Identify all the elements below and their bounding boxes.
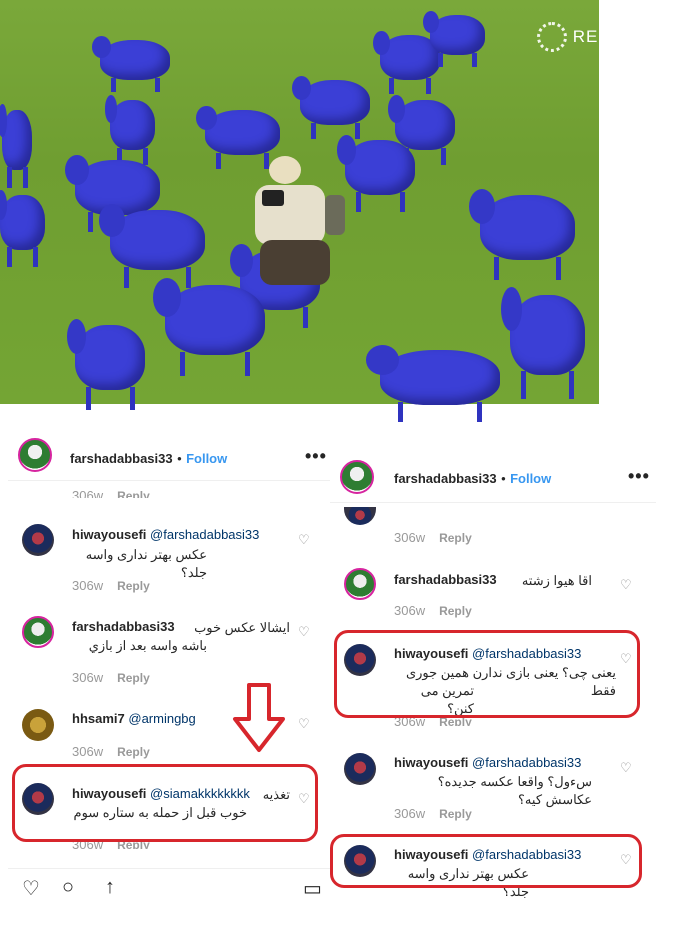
comment-user[interactable]: farshadabbasi33 [72, 619, 175, 634]
reply-button[interactable]: Reply [117, 745, 150, 759]
comment-user[interactable]: hiwayousefi [394, 755, 468, 770]
post-author-name[interactable]: farshadabbasi33 [70, 451, 173, 466]
reply-button[interactable]: Reply [117, 671, 150, 685]
comment-text: باشه واسه بعد از بازي [88, 638, 207, 653]
comment-meta: 306w Reply [394, 603, 472, 618]
more-options-icon[interactable]: ••• [305, 446, 327, 467]
comment-meta: 306w Reply [394, 530, 472, 545]
comment-text: ایشالا عکس خوب [194, 620, 290, 635]
commenter-avatar[interactable] [22, 616, 54, 648]
action-bar-divider [8, 868, 330, 869]
highlight-box [334, 630, 640, 718]
post-author-name[interactable]: farshadabbasi33 [394, 471, 497, 486]
sheep-figure [365, 344, 500, 422]
comment-mention[interactable]: @farshadabbasi33 [472, 755, 581, 770]
like-heart-icon[interactable]: ♡ [298, 532, 310, 548]
sheep-figure [98, 204, 205, 288]
sheep-figure [336, 134, 415, 212]
comment-username: hiwayousefi @farshadabbasi33 [394, 755, 581, 770]
sheep-figure [66, 318, 145, 410]
comment-mention[interactable]: @farshadabbasi33 [150, 527, 259, 542]
reuters-logo-icon [536, 22, 567, 52]
reply-button[interactable]: Reply [439, 807, 472, 821]
commenter-avatar[interactable] [344, 753, 376, 785]
comment-meta: 306w Reply [72, 744, 150, 759]
comment-time: 306w [394, 530, 426, 545]
share-icon[interactable]: ↑ [105, 876, 115, 899]
follow-button[interactable]: Follow [510, 471, 551, 486]
comment-user[interactable]: hiwayousefi [72, 527, 146, 542]
comment-time: 306w [394, 603, 426, 618]
follow-button[interactable]: Follow [186, 451, 227, 466]
comment-time: 306w [72, 578, 104, 593]
like-icon[interactable]: ♡ [22, 876, 40, 901]
comment-username: hhsami7 @armingbg [72, 711, 196, 726]
comment-time: 306w [72, 670, 104, 685]
sheep-figure [196, 105, 280, 169]
comment-icon[interactable]: ○ [62, 876, 74, 899]
like-heart-icon[interactable]: ♡ [620, 577, 632, 593]
sheep-figure [0, 189, 45, 267]
comment-meta: 306w Reply [72, 578, 150, 593]
reply-button[interactable]: Reply [117, 579, 150, 593]
sheep-figure [0, 104, 32, 188]
post-author-avatar[interactable] [340, 460, 374, 494]
sheep-figure [291, 75, 370, 139]
reply-button[interactable]: Reply [439, 531, 472, 545]
header-divider [330, 502, 656, 503]
post-header: farshadabbasi33 • Follow [394, 470, 551, 488]
sheep-figure [104, 95, 155, 165]
comment-time: 306w [72, 488, 104, 498]
separator-dot: • [177, 451, 182, 466]
comment-user[interactable]: hhsami7 [72, 711, 125, 726]
comment-username: hiwayousefi @farshadabbasi33 [72, 527, 259, 542]
reply-button[interactable]: Reply [439, 604, 472, 618]
comment-mention[interactable]: @armingbg [128, 711, 195, 726]
comment-meta: 306w Reply [72, 670, 150, 685]
like-heart-icon[interactable]: ♡ [620, 760, 632, 776]
like-heart-icon[interactable]: ♡ [298, 716, 310, 732]
separator-dot: • [501, 471, 506, 486]
highlight-box [12, 764, 318, 842]
comment-time: 306w [394, 806, 426, 821]
header-divider [8, 480, 330, 481]
comment-username: farshadabbasi33 [394, 572, 497, 587]
red-arrow-icon [233, 683, 285, 752]
comment-meta: 306w Reply [72, 488, 150, 498]
sheep-figure [423, 11, 485, 67]
watermark-text: REUTERS [572, 27, 661, 46]
reply-button[interactable]: Reply [117, 489, 150, 498]
comment-text: عکس بهتر نداری واسه جلد؟ [85, 547, 207, 580]
commenter-avatar[interactable] [22, 709, 54, 741]
commenter-avatar[interactable] [22, 524, 54, 556]
post-author-avatar[interactable] [18, 438, 52, 472]
comment-meta: 306w Reply [394, 806, 472, 821]
commenter-avatar[interactable] [344, 568, 376, 600]
photographer-figure [255, 156, 345, 285]
highlight-box [330, 834, 642, 888]
bookmark-icon[interactable]: ▭ [303, 876, 322, 901]
like-heart-icon[interactable]: ♡ [298, 624, 310, 640]
more-options-icon[interactable]: ••• [628, 466, 650, 487]
post-header: farshadabbasi33 • Follow [70, 450, 227, 468]
comment-text: اقا هیوا زشته [521, 573, 592, 588]
post-photo: REUTERS [0, 0, 661, 422]
sheep-figure [91, 36, 170, 92]
comment-user[interactable]: farshadabbasi33 [394, 572, 497, 587]
sheep-figure [501, 287, 585, 399]
sheep-figure [387, 95, 455, 165]
left-comments-panel [8, 428, 330, 927]
comment-username: farshadabbasi33 [72, 619, 175, 634]
reuters-watermark: REUTERS [536, 22, 661, 52]
comment-time: 306w [72, 744, 104, 759]
comment-text: سءول؟ واقعا عکسه جدیده؟ عکاسش کیه؟ [437, 774, 592, 807]
sheep-figure [468, 188, 575, 280]
